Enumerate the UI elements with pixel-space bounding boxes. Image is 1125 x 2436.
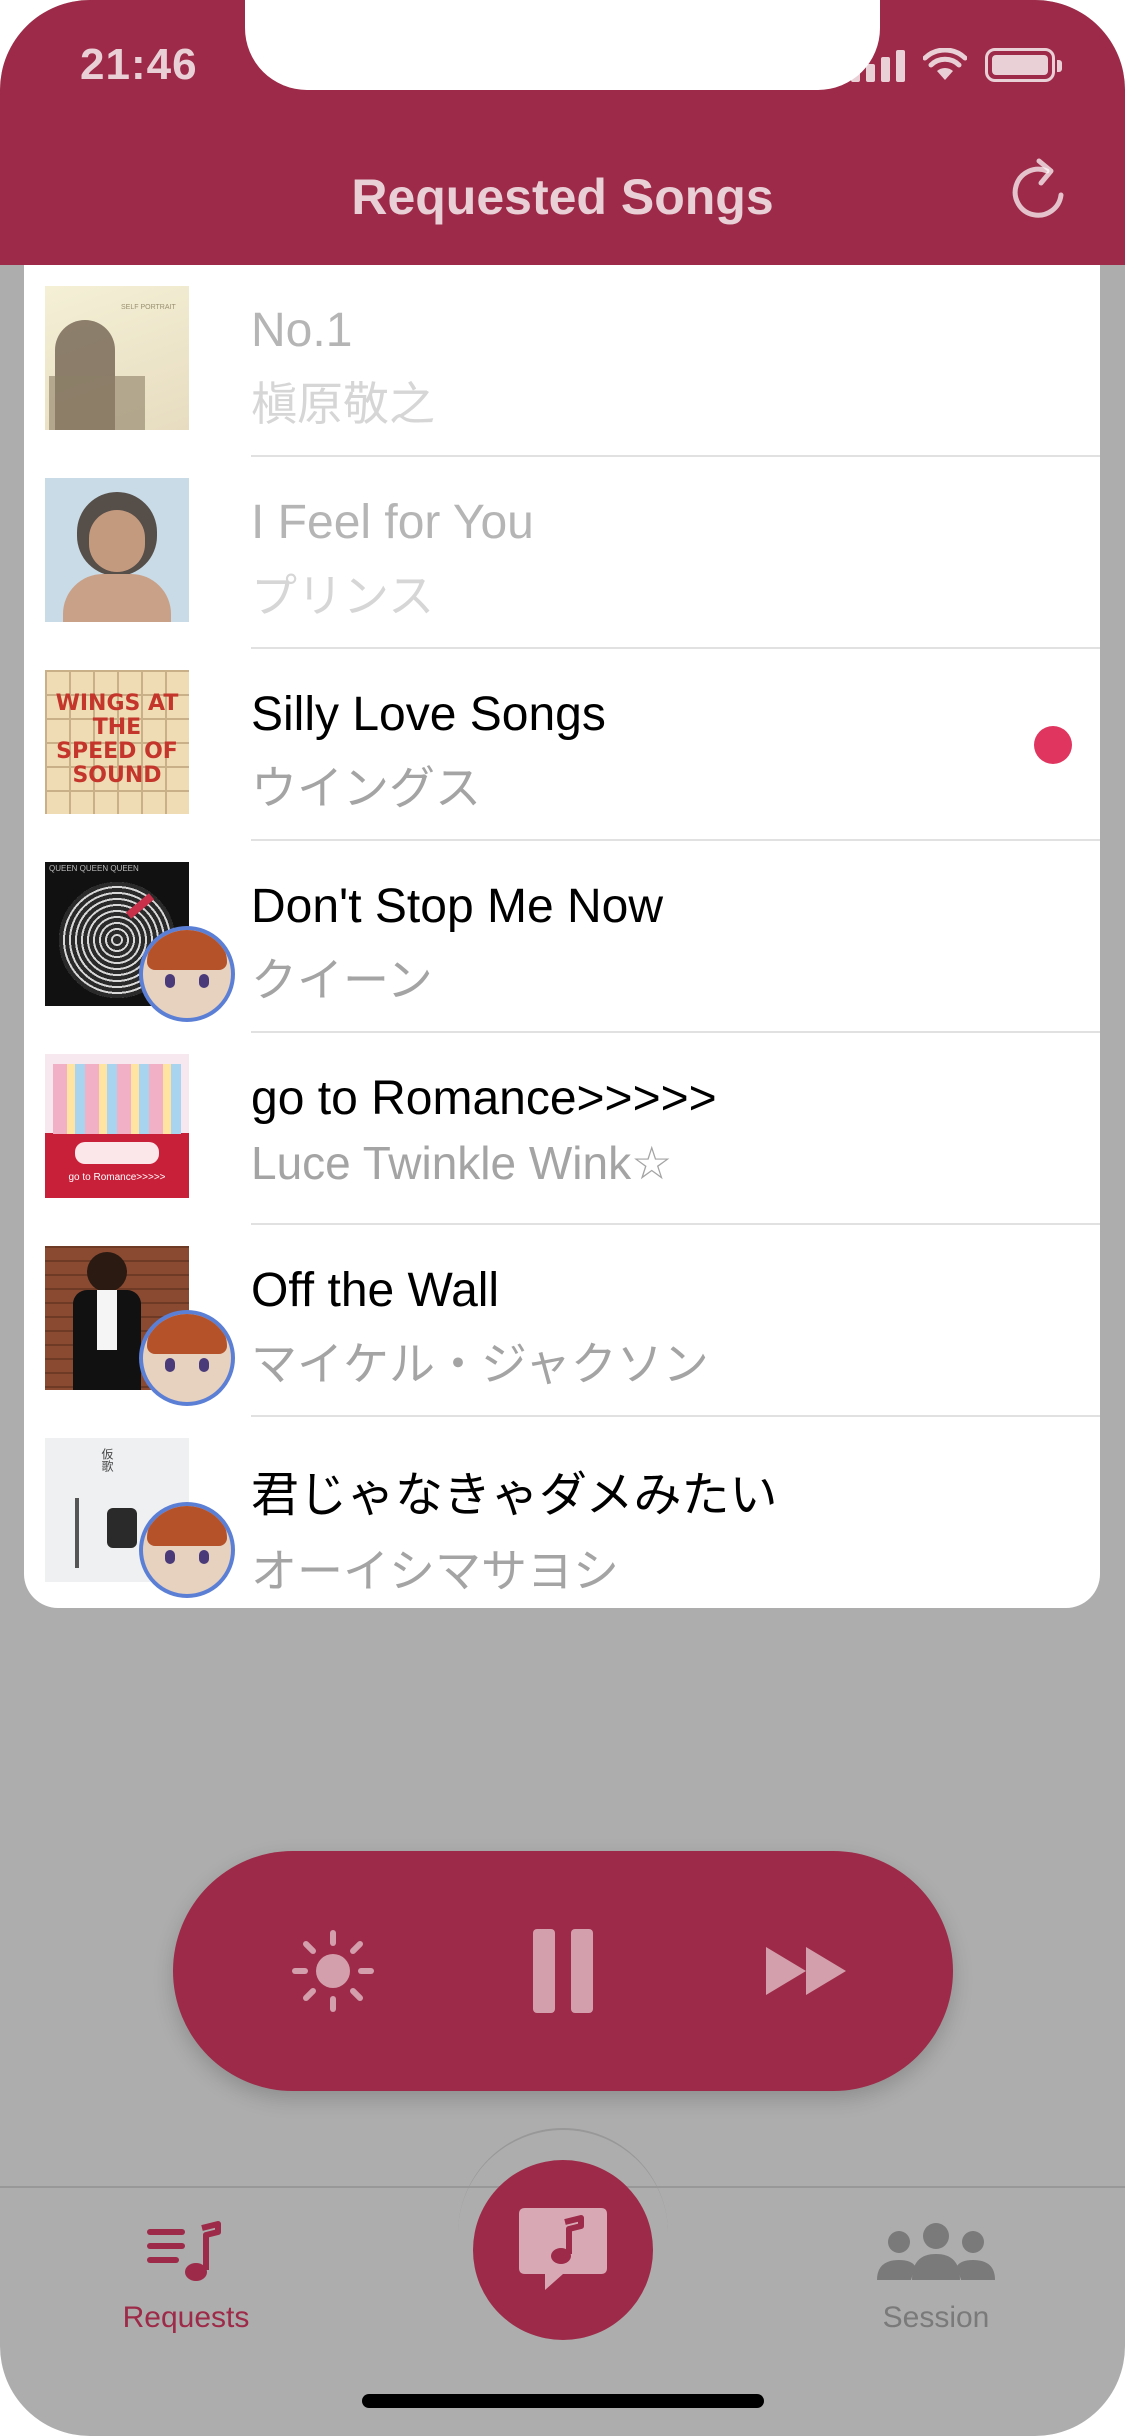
song-title: Silly Love Songs (251, 688, 606, 741)
song-artist: Luce Twinkle Wink☆ (251, 1137, 673, 1189)
page-title: Requested Songs (351, 169, 774, 225)
song-row[interactable]: go to Romance>>>>> go to Romance>>>>> Lu… (24, 1033, 1100, 1225)
refresh-icon[interactable] (1003, 155, 1075, 227)
song-title: go to Romance>>>>> (251, 1072, 717, 1125)
album-art (45, 478, 189, 622)
album-art-text: QUEEN QUEEN QUEEN (49, 864, 139, 873)
device-notch (245, 0, 880, 90)
phone-screen: 21:46 Requested Songs SELF PORTRAIT No.1… (0, 0, 1125, 2436)
song-row[interactable]: Off the Wall マイケル・ジャクソン (24, 1225, 1100, 1417)
brightness-icon[interactable] (283, 1921, 383, 2021)
song-list: SELF PORTRAIT No.1 槇原敬之 I Feel for You プ… (24, 265, 1100, 1608)
album-art-text: WINGS AT THE SPEED OF SOUND (55, 691, 179, 788)
pause-icon[interactable] (513, 1921, 613, 2021)
album-art-text: SELF PORTRAIT (121, 304, 176, 311)
album-art: go to Romance>>>>> (45, 1054, 189, 1198)
cellular-signal-icon (851, 48, 905, 82)
now-playing-indicator (1034, 726, 1072, 764)
song-artist: プリンス (251, 570, 435, 622)
battery-icon (985, 48, 1062, 82)
song-title: 君じゃなきゃダメみたい (251, 1469, 778, 1522)
song-artist: 槇原敬之 (251, 378, 435, 430)
song-row[interactable]: 仮歌 君じゃなきゃダメみたい オーイシマサヨシ (24, 1417, 1100, 1608)
fast-forward-icon[interactable] (758, 1921, 858, 2021)
group-icon (877, 2223, 995, 2280)
song-row[interactable]: I Feel for You プリンス (24, 457, 1100, 649)
requester-avatar (139, 1502, 235, 1598)
tab-requests-label: Requests (122, 2301, 250, 2334)
tab-session-label: Session (882, 2301, 990, 2334)
album-art: SELF PORTRAIT (45, 286, 189, 430)
wifi-icon (923, 48, 967, 80)
song-artist: ウイングス (251, 762, 481, 814)
song-title: I Feel for You (251, 496, 534, 549)
song-row[interactable]: QUEEN QUEEN QUEEN Don't Stop Me Now クイーン (24, 841, 1100, 1033)
requester-avatar (139, 926, 235, 1022)
song-artist: マイケル・ジャクソン (251, 1338, 709, 1390)
player-controls (173, 1851, 953, 2091)
music-list-icon (147, 2221, 221, 2281)
song-artist: オーイシマサヨシ (251, 1545, 619, 1597)
home-indicator (362, 2394, 764, 2408)
message-music-icon (519, 2208, 607, 2290)
song-row[interactable]: WINGS AT THE SPEED OF SOUND Silly Love S… (24, 649, 1100, 841)
tab-session[interactable]: Session (836, 2218, 1036, 2335)
nav-header: 21:46 Requested Songs (0, 0, 1125, 265)
album-art-text: 仮歌 (100, 1448, 114, 1472)
album-art-text: go to Romance>>>>> (68, 1172, 166, 1183)
album-art: WINGS AT THE SPEED OF SOUND (45, 670, 189, 814)
request-song-button[interactable] (473, 2160, 653, 2340)
status-time: 21:46 (80, 40, 198, 89)
requester-avatar (139, 1310, 235, 1406)
song-title: No.1 (251, 304, 353, 357)
song-artist: クイーン (251, 954, 433, 1006)
song-title: Off the Wall (251, 1264, 500, 1317)
tab-requests[interactable]: Requests (86, 2218, 286, 2335)
song-title: Don't Stop Me Now (251, 880, 664, 933)
song-row[interactable]: SELF PORTRAIT No.1 槇原敬之 (24, 265, 1100, 457)
status-icons (851, 48, 1062, 82)
